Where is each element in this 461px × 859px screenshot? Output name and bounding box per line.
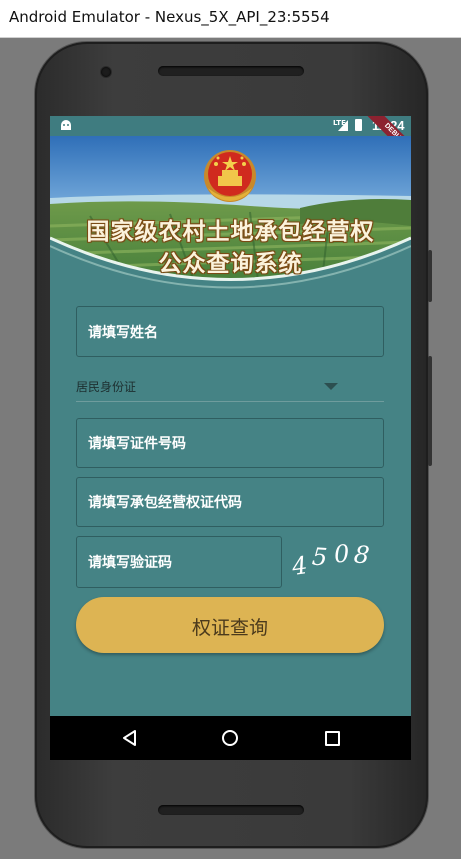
front-camera-icon bbox=[101, 67, 111, 77]
navigation-bar bbox=[50, 716, 411, 760]
national-emblem-icon bbox=[204, 150, 256, 202]
captcha-digit: 5 bbox=[311, 542, 329, 572]
id-type-dropdown[interactable]: 居民身份证 bbox=[76, 370, 384, 402]
back-triangle-icon[interactable] bbox=[121, 729, 137, 747]
recent-apps-square-icon[interactable] bbox=[325, 731, 340, 746]
id-number-field[interactable]: 请填写证件号码 bbox=[76, 418, 384, 468]
emulator-title-bar: Android Emulator - Nexus_5X_API_23:5554 bbox=[0, 0, 461, 38]
banner-title-line2: 公众查询系统 bbox=[158, 251, 303, 277]
id-number-placeholder: 请填写证件号码 bbox=[88, 436, 186, 452]
captcha-digit: 4 bbox=[290, 551, 310, 581]
contract-code-field[interactable]: 请填写承包经营权证代码 bbox=[76, 477, 384, 527]
captcha-digit: 8 bbox=[352, 540, 371, 570]
banner-title-line1: 国家级农村土地承包经营权 bbox=[86, 219, 375, 245]
contract-code-placeholder: 请填写承包经营权证代码 bbox=[88, 495, 242, 511]
device-screen: LTE 11:24 DEBUG bbox=[50, 116, 411, 760]
captcha-digit: 0 bbox=[333, 539, 351, 569]
captcha-placeholder: 请填写验证码 bbox=[88, 555, 172, 571]
query-button[interactable]: 权证查询 bbox=[76, 597, 384, 653]
status-bar: LTE 11:24 DEBUG bbox=[50, 116, 411, 163]
bottom-speaker bbox=[158, 805, 304, 815]
top-speaker bbox=[158, 66, 304, 76]
captcha-image[interactable]: 4 5 0 8 bbox=[290, 538, 390, 584]
id-type-selected-value: 居民身份证 bbox=[76, 380, 137, 394]
name-field[interactable]: 请填写姓名 bbox=[76, 306, 384, 357]
dropdown-arrow-icon bbox=[324, 383, 338, 390]
volume-button[interactable] bbox=[428, 356, 432, 466]
query-button-label: 权证查询 bbox=[191, 617, 268, 639]
emulator-window-title: Android Emulator - Nexus_5X_API_23:5554 bbox=[9, 8, 330, 26]
name-placeholder: 请填写姓名 bbox=[88, 324, 158, 341]
battery-icon bbox=[355, 119, 362, 131]
captcha-field[interactable]: 请填写验证码 bbox=[76, 536, 282, 588]
header-banner: 国家级农村土地承包经营权 公众查询系统 bbox=[50, 136, 411, 298]
signal-icon bbox=[338, 120, 348, 131]
power-button[interactable] bbox=[428, 250, 432, 302]
android-debug-icon bbox=[61, 120, 71, 130]
home-circle-icon[interactable] bbox=[222, 730, 238, 746]
